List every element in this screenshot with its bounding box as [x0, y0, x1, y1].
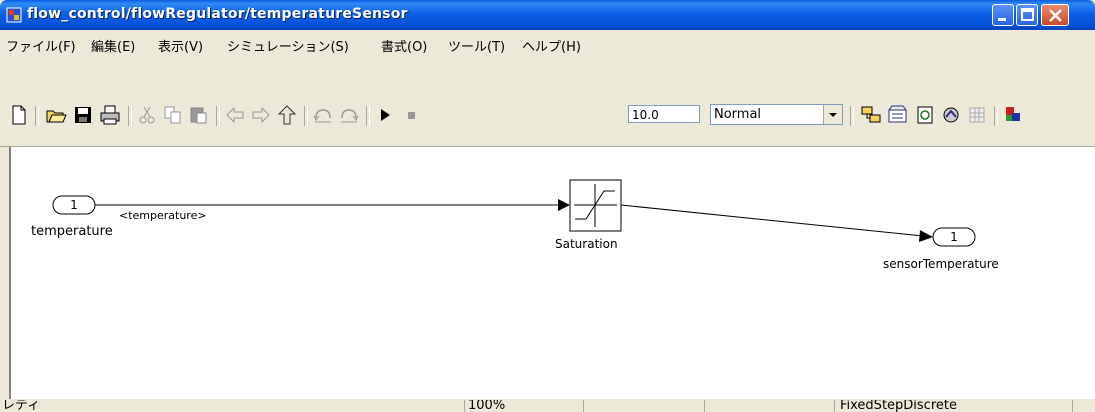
solver-name: FixedStepDiscrete	[840, 400, 957, 412]
open-folder-icon[interactable]	[45, 104, 67, 126]
menu-file[interactable]: ファイル(F)	[6, 36, 76, 55]
model-canvas[interactable]: 1 temperature <temperature> Saturation 1…	[9, 147, 1095, 399]
undo-icon[interactable]	[312, 104, 334, 126]
outport-name: sensorTemperature	[883, 257, 999, 271]
close-button[interactable]	[1041, 4, 1069, 26]
status-divider	[464, 400, 465, 412]
start-simulation-icon[interactable]	[374, 104, 396, 126]
print-icon[interactable]	[99, 104, 121, 126]
status-text: レディ	[2, 400, 41, 412]
redo-icon[interactable]	[338, 104, 360, 126]
maximize-icon	[1021, 8, 1034, 21]
stop-time-input[interactable]: 10.0	[628, 105, 700, 123]
menu-view[interactable]: 表示(V)	[158, 36, 203, 55]
status-divider	[583, 400, 584, 412]
dropdown-arrow-icon[interactable]	[823, 105, 842, 124]
status-divider	[704, 400, 705, 412]
block-diagram: 1 temperature <temperature> Saturation 1…	[31, 179, 999, 271]
zoom-level: 100%	[468, 400, 506, 412]
toolbar-separator	[366, 106, 370, 126]
paste-icon[interactable]	[188, 104, 210, 126]
build-model-icon[interactable]	[860, 104, 882, 126]
inport-name: temperature	[31, 224, 113, 239]
menu-format[interactable]: 書式(O)	[381, 36, 427, 55]
debugger-icon[interactable]	[966, 104, 988, 126]
toolbar-separator	[128, 106, 132, 126]
simulation-mode-value: Normal	[714, 107, 762, 122]
up-arrow-icon[interactable]	[276, 104, 298, 126]
toolbar-separator	[216, 106, 220, 126]
toolbar: 10.0 Normal	[0, 58, 1095, 147]
arrowhead-icon	[919, 230, 933, 242]
menu-help[interactable]: ヘルプ(H)	[522, 36, 581, 55]
minimize-icon	[998, 18, 1006, 21]
forward-arrow-icon[interactable]	[250, 104, 272, 126]
inport-number: 1	[70, 198, 78, 212]
toolbar-separator	[304, 106, 308, 126]
status-bar: レディ 100% FixedStepDiscrete	[0, 400, 1095, 412]
menu-simulation[interactable]: シミュレーション(S)	[227, 36, 349, 55]
save-icon[interactable]	[72, 104, 94, 126]
model-advisor-icon[interactable]	[1002, 104, 1024, 126]
library-browser-icon[interactable]	[886, 104, 908, 126]
arrowhead-icon	[558, 199, 570, 211]
cut-icon[interactable]	[136, 104, 158, 126]
title-bar: flow_control/flowRegulator/temperatureSe…	[0, 0, 1095, 30]
menu-bar: ファイル(F) 編集(E) 表示(V) シミュレーション(S) 書式(O) ツー…	[0, 30, 1095, 58]
close-icon	[1049, 9, 1062, 22]
signal-label: <temperature>	[119, 209, 207, 222]
simulation-mode-select[interactable]: Normal	[710, 104, 843, 125]
copy-icon[interactable]	[162, 104, 184, 126]
simulink-model-icon	[6, 7, 22, 23]
outport-number: 1	[950, 230, 958, 244]
menu-edit[interactable]: 編集(E)	[91, 36, 135, 55]
toolbar-separator	[35, 106, 39, 126]
stop-simulation-icon[interactable]	[400, 104, 422, 126]
refresh-model-icon[interactable]	[914, 104, 936, 126]
menu-tools[interactable]: ツール(T)	[448, 36, 505, 55]
window-title: flow_control/flowRegulator/temperatureSe…	[27, 6, 408, 22]
back-arrow-icon[interactable]	[224, 104, 246, 126]
signal-line[interactable]	[620, 204, 924, 237]
status-divider	[834, 400, 835, 412]
status-divider	[1072, 400, 1073, 412]
saturation-name: Saturation	[555, 237, 618, 251]
toolbar-separator	[994, 106, 998, 126]
maximize-button[interactable]	[1016, 4, 1038, 26]
toolbar-separator	[850, 106, 854, 126]
model-explorer-icon[interactable]	[940, 104, 962, 126]
new-file-icon[interactable]	[8, 104, 30, 126]
minimize-button[interactable]	[992, 4, 1014, 26]
